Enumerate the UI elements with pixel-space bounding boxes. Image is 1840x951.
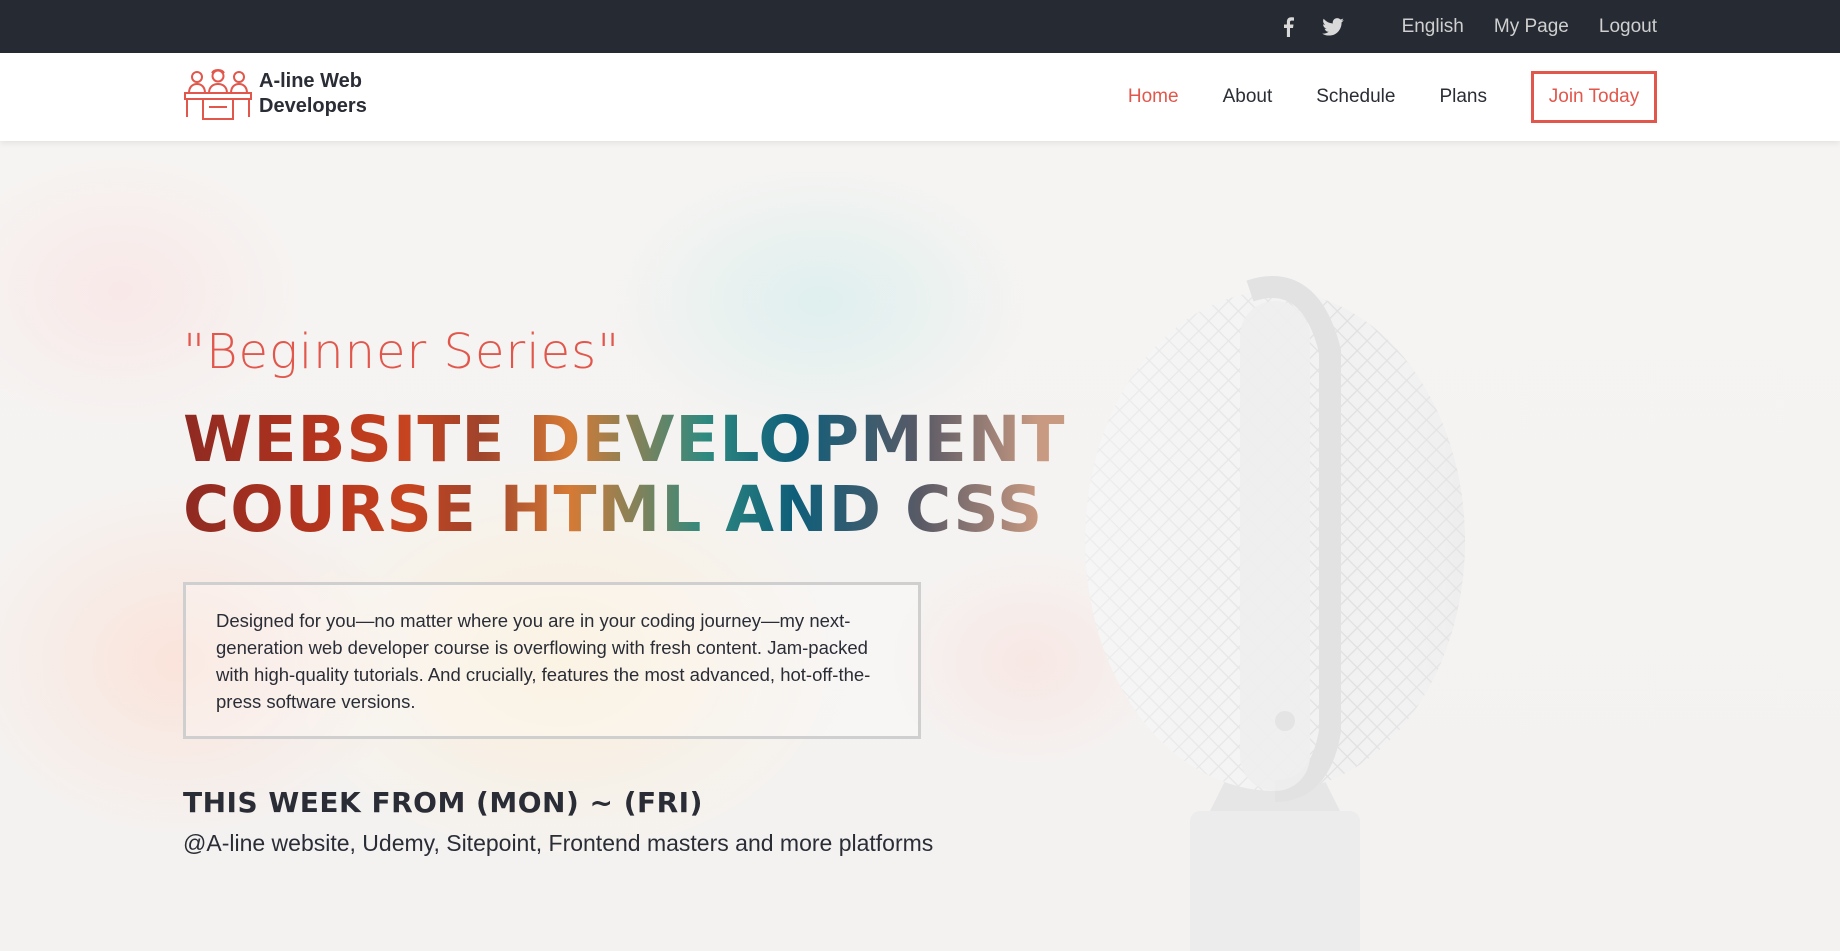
- description-box: Designed for you—no matter where you are…: [183, 582, 921, 739]
- brand-logo[interactable]: A-line Web Developers: [183, 67, 367, 121]
- language-link[interactable]: English: [1402, 16, 1464, 38]
- top-utility-bar: English My Page Logout: [0, 0, 1840, 53]
- nav-plans[interactable]: Plans: [1439, 86, 1487, 108]
- top-utility-links: English My Page Logout: [1282, 0, 1657, 53]
- headline-line-1: WEBSITE DEVELOPMENT: [183, 403, 1066, 476]
- twitter-icon[interactable]: [1321, 17, 1344, 36]
- developers-desk-icon: [184, 69, 252, 120]
- schedule-heading: THIS WEEK FROM (MON) ~ (FRI): [183, 786, 703, 819]
- brand-name-line2: Developers: [259, 95, 367, 117]
- series-subtitle: "Beginner Series": [183, 324, 621, 380]
- nav-schedule[interactable]: Schedule: [1316, 86, 1395, 108]
- my-page-link[interactable]: My Page: [1494, 16, 1569, 38]
- facebook-icon[interactable]: [1282, 16, 1294, 37]
- course-headline: WEBSITE DEVELOPMENT COURSE HTML AND CSS: [183, 405, 1083, 545]
- hero-section: "Beginner Series" WEBSITE DEVELOPMENT CO…: [0, 141, 1840, 951]
- course-description: Designed for you—no matter where you are…: [216, 610, 871, 712]
- brand-name: A-line Web Developers: [259, 69, 367, 119]
- nav-about[interactable]: About: [1223, 86, 1273, 108]
- nav-home[interactable]: Home: [1128, 86, 1179, 108]
- main-navbar: A-line Web Developers Home About Schedul…: [0, 53, 1840, 141]
- brand-name-line1: A-line Web: [259, 70, 362, 92]
- primary-nav: Home About Schedule Plans Join Today: [1084, 71, 1657, 123]
- logout-link[interactable]: Logout: [1599, 16, 1657, 38]
- headline-line-2: COURSE HTML AND CSS: [183, 473, 1044, 546]
- join-today-button[interactable]: Join Today: [1531, 71, 1657, 123]
- microphone-image: [1085, 276, 1465, 951]
- platforms-text: @A-line website, Udemy, Sitepoint, Front…: [183, 830, 934, 856]
